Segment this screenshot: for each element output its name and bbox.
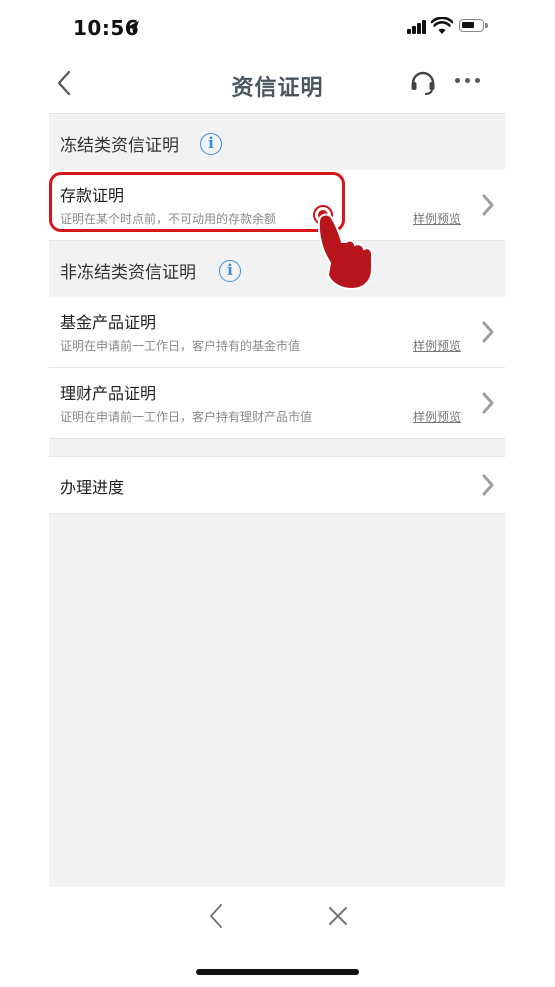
row-title: 理财产品证明 [60, 384, 157, 403]
section-header-non-frozen: 非冻结类资信证明 i [49, 241, 505, 297]
section-title: 冻结类资信证明 [60, 136, 179, 156]
more-icon[interactable] [455, 78, 481, 84]
chevron-right-icon [482, 321, 494, 343]
tap-hand-icon [313, 205, 373, 291]
row-subtitle: 证明在申请前一工作日，客户持有理财产品市值 [60, 410, 313, 424]
location-arrow-icon [127, 21, 139, 35]
headset-icon[interactable] [409, 68, 437, 96]
page-title: 资信证明 [231, 76, 324, 101]
battery-cap [485, 23, 488, 28]
info-icon[interactable]: i [219, 260, 241, 282]
sample-preview-link[interactable]: 样例预览 [413, 210, 461, 227]
info-icon[interactable]: i [200, 133, 222, 155]
row-subtitle: 证明在申请前一工作日，客户持有的基金市值 [60, 339, 301, 353]
back-chevron-icon[interactable] [208, 903, 224, 929]
sample-preview-link[interactable]: 样例预览 [413, 408, 461, 425]
section-header-frozen: 冻结类资信证明 i [49, 114, 505, 170]
chevron-right-icon [482, 194, 494, 216]
home-indicator [196, 969, 359, 975]
wifi-icon [431, 17, 453, 34]
close-icon[interactable] [328, 906, 348, 926]
row-title: 办理进度 [60, 478, 125, 497]
highlight-box [49, 172, 345, 232]
section-title: 非冻结类资信证明 [60, 263, 196, 283]
list-item-fund-certificate[interactable]: 基金产品证明 证明在申请前一工作日，客户持有的基金市值 样例预览 [49, 297, 505, 368]
chevron-right-icon [482, 392, 494, 414]
list-item-wealth-product-certificate[interactable]: 理财产品证明 证明在申请前一工作日，客户持有理财产品市值 样例预览 [49, 368, 505, 439]
list-item-progress[interactable]: 办理进度 [49, 456, 505, 514]
sample-preview-link[interactable]: 样例预览 [413, 337, 461, 354]
row-title: 基金产品证明 [60, 313, 157, 332]
chevron-right-icon [482, 474, 494, 496]
battery-icon [459, 19, 484, 32]
signal-icon [407, 20, 427, 34]
